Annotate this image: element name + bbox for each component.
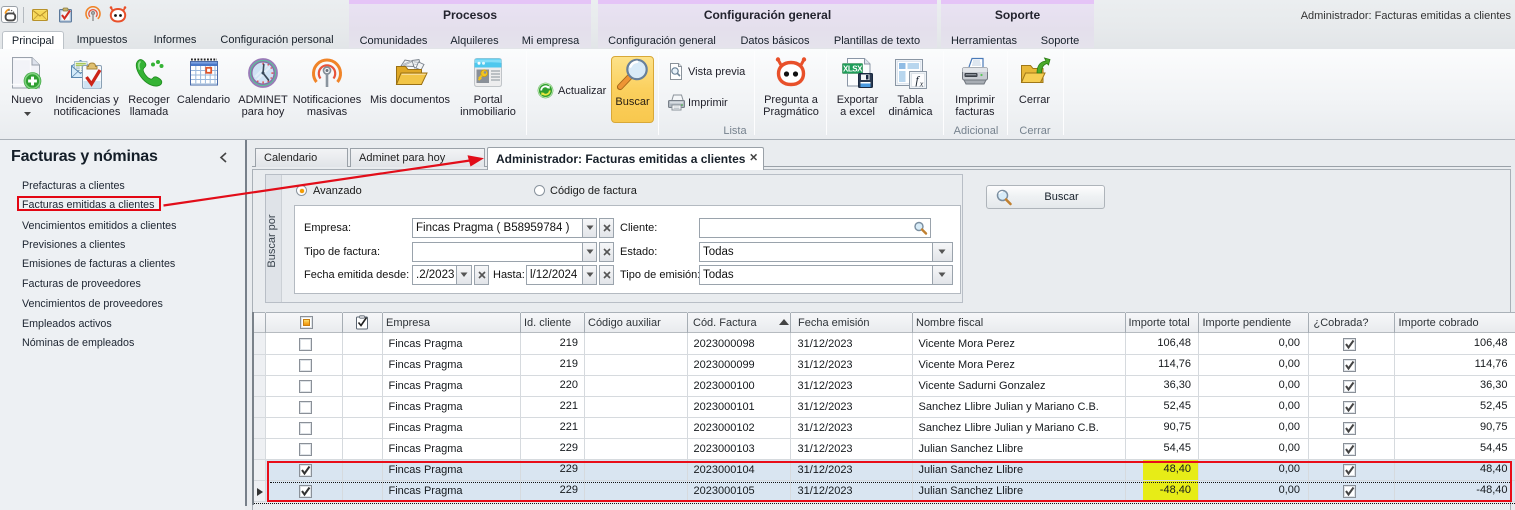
svg-text:XLSX: XLSX xyxy=(843,65,863,74)
svg-text:x: x xyxy=(918,80,923,89)
